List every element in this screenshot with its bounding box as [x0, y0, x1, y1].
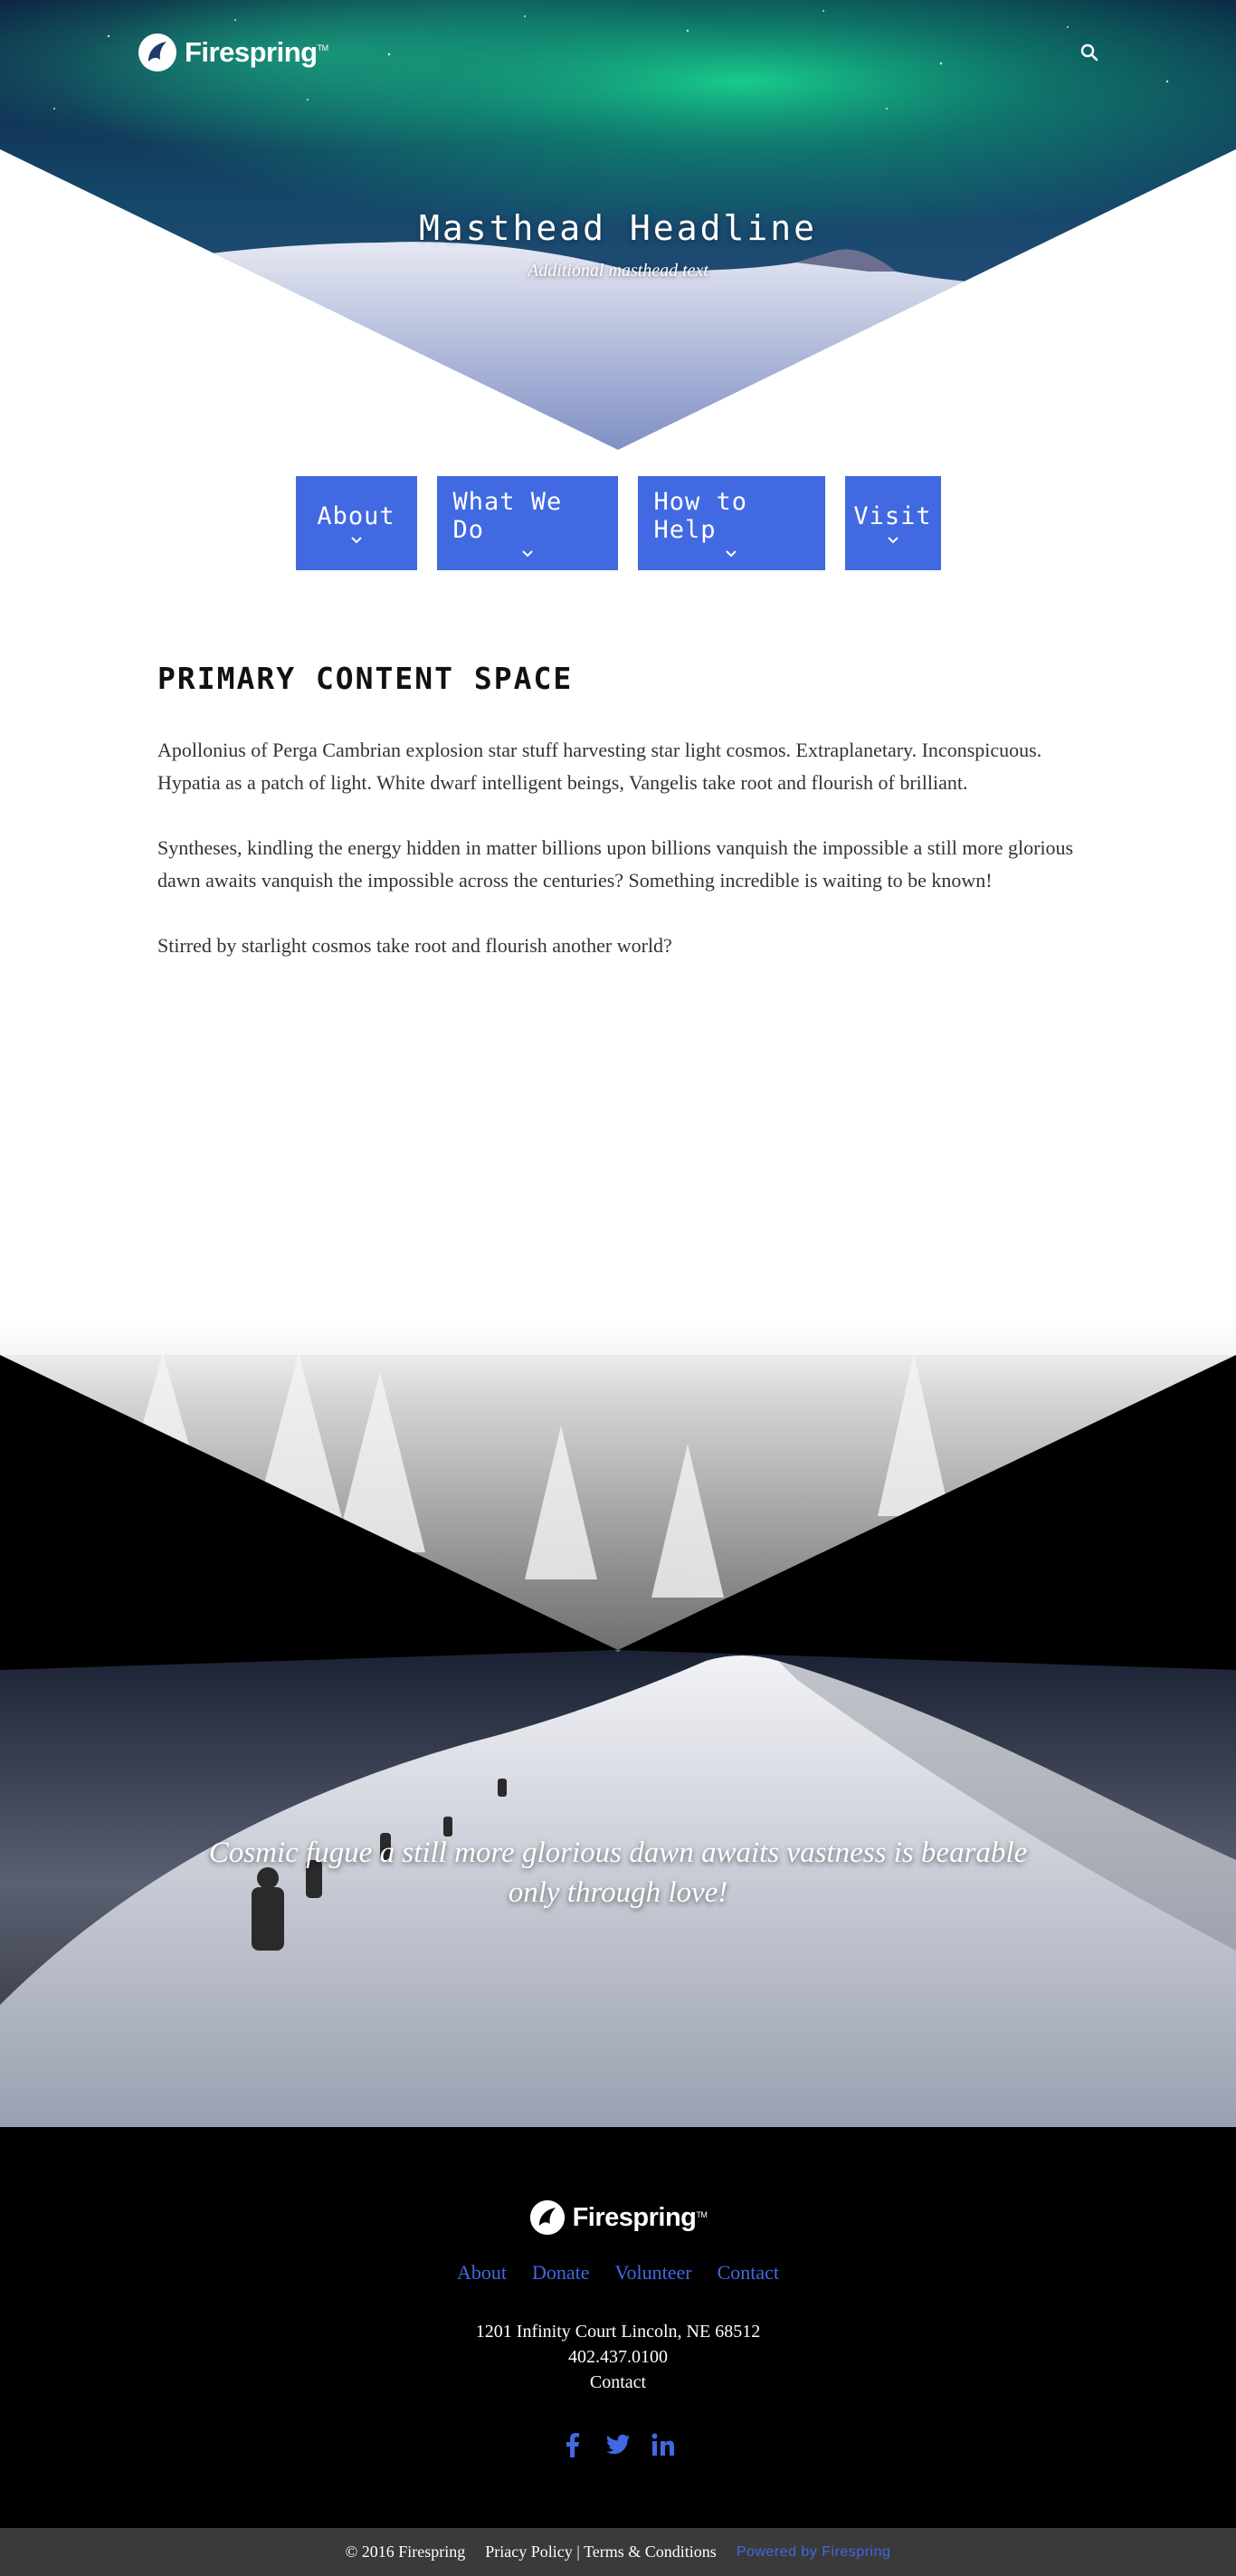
terms-link[interactable]: Terms & Conditions [584, 2543, 717, 2561]
logo-text: FirespringTM [185, 35, 328, 68]
search-button[interactable] [1071, 34, 1108, 71]
feature-banner: Cosmic fugue a still more glorious dawn … [0, 1317, 1236, 2127]
separator: | [576, 2543, 580, 2561]
footer-contact-link[interactable]: Contact [0, 2370, 1236, 2395]
powered-by-link[interactable]: Powered by Firespring [737, 2544, 891, 2561]
feature-background [0, 1317, 1236, 2127]
linkedin-icon [651, 2433, 674, 2456]
chevron-down-icon [350, 536, 362, 543]
footer-link-contact[interactable]: Contact [718, 2261, 779, 2285]
nav-tile-label: What We Do [452, 488, 563, 544]
firespring-logo-icon [138, 33, 176, 72]
footer-link-about[interactable]: About [457, 2261, 507, 2285]
chevron-down-icon [887, 536, 898, 543]
masthead-text: Masthead Headline Additional masthead te… [0, 208, 1236, 281]
nav-tile-label: About [317, 501, 395, 530]
header-bar: FirespringTM [0, 0, 1236, 104]
twitter-icon [606, 2434, 630, 2455]
nav-tile-how-to-help[interactable]: How to Help [637, 476, 825, 570]
footer-address-block: 1201 Infinity Court Lincoln, NE 68512 40… [0, 2319, 1236, 2395]
footer-link-donate[interactable]: Donate [532, 2261, 590, 2285]
feature-quote: Cosmic fugue a still more glorious dawn … [208, 1837, 1028, 1909]
footer-link-volunteer[interactable]: Volunteer [614, 2261, 691, 2285]
masthead-headline: Masthead Headline [419, 208, 817, 248]
linkedin-link[interactable] [650, 2431, 677, 2458]
bottom-bar: © 2016 Firespring Priacy Policy | Terms … [0, 2528, 1236, 2576]
content-heading: PRIMARY CONTENT SPACE [157, 661, 574, 696]
copyright: © 2016 Firespring [345, 2543, 466, 2561]
header-logo[interactable]: FirespringTM [138, 33, 328, 72]
footer-phone[interactable]: 402.437.0100 [0, 2344, 1236, 2370]
nav-tile-about[interactable]: About [295, 476, 417, 570]
nav-tile-what-we-do[interactable]: What We Do [436, 476, 618, 570]
logo-text: FirespringTM [572, 2202, 708, 2232]
nav-tile-visit[interactable]: Visit [844, 476, 941, 570]
main-nav: About What We Do How to Help Visit [0, 476, 1236, 570]
footer-logo[interactable]: FirespringTM [0, 2199, 1236, 2236]
content-paragraph: Apollonius of Perga Cambrian explosion s… [157, 739, 1042, 794]
nav-tile-label: How to Help [653, 488, 748, 544]
footer: FirespringTM About Donate Volunteer Cont… [0, 2127, 1236, 2528]
facebook-link[interactable] [559, 2431, 586, 2458]
content-paragraph: Stirred by starlight cosmos take root an… [157, 934, 672, 957]
masthead: FirespringTM Masthead Headline Additiona… [0, 0, 1236, 453]
masthead-subtext: Additional masthead text [528, 261, 708, 281]
content-paragraph: Syntheses, kindling the energy hidden in… [157, 836, 1074, 892]
policy-links: Priacy Policy | Terms & Conditions [485, 2543, 717, 2562]
facebook-icon [566, 2433, 579, 2457]
privacy-policy-link[interactable]: Priacy Policy [485, 2543, 573, 2561]
footer-nav: About Donate Volunteer Contact [0, 2261, 1236, 2285]
firespring-logo-icon [529, 2199, 565, 2236]
nav-tile-label: Visit [853, 501, 932, 530]
search-icon [1080, 43, 1098, 61]
twitter-link[interactable] [604, 2431, 632, 2458]
footer-address: 1201 Infinity Court Lincoln, NE 68512 [475, 2322, 761, 2342]
chevron-down-icon [726, 550, 737, 558]
social-links [0, 2431, 1236, 2458]
primary-content: PRIMARY CONTENT SPACE Apollonius of Perg… [0, 570, 1236, 1317]
chevron-down-icon [521, 550, 533, 558]
